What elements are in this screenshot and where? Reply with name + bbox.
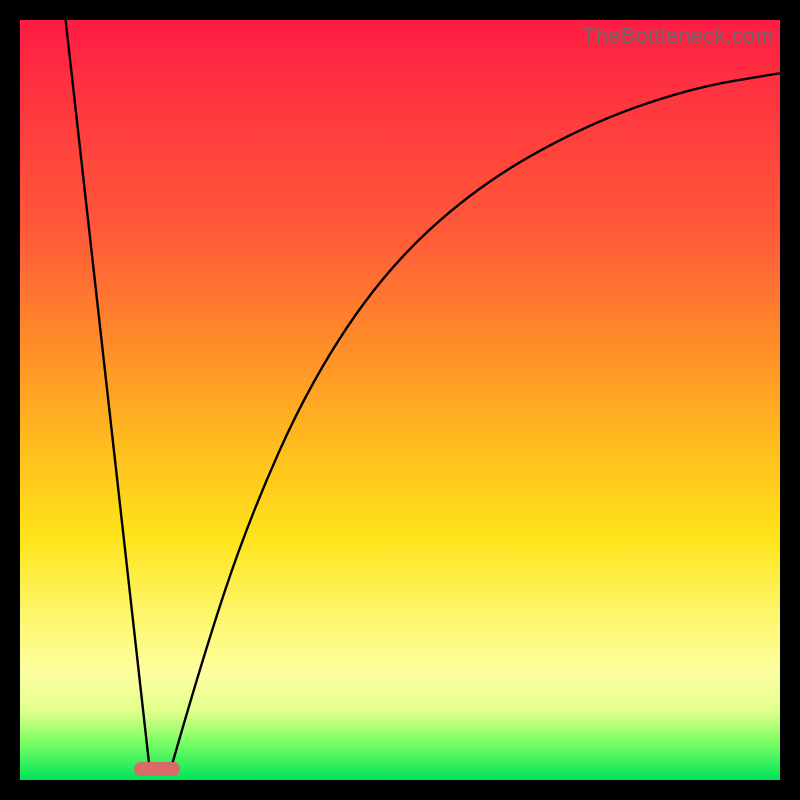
plot-area: TheBottleneck.com bbox=[20, 20, 780, 780]
curve-path bbox=[66, 20, 780, 765]
chart-frame: TheBottleneck.com bbox=[0, 0, 800, 800]
minimum-marker bbox=[134, 762, 180, 776]
bottleneck-curve bbox=[20, 20, 780, 780]
